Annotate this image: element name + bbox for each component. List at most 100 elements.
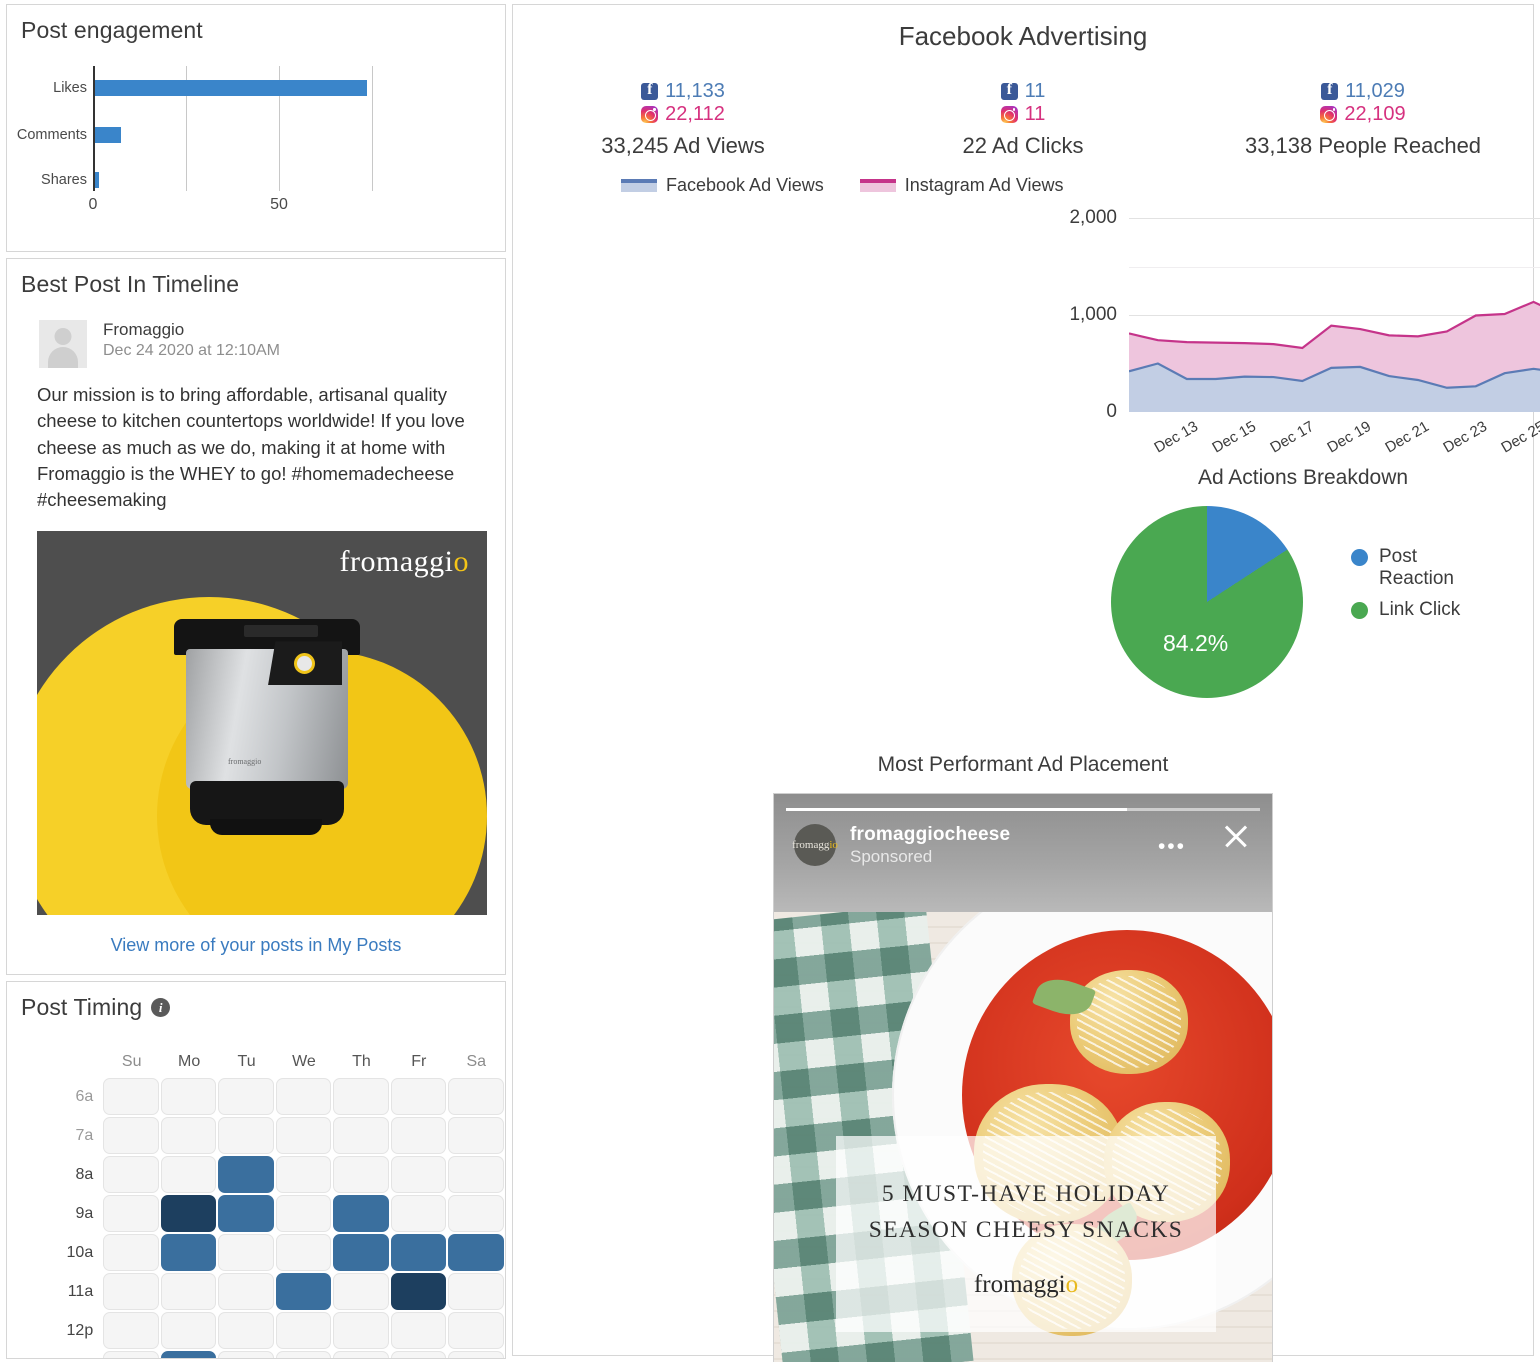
legend-item[interactable]: Instagram Ad Views (859, 175, 1064, 196)
ad-headline: 5 MUST-HAVE HOLIDAY SEASON CHEESY SNACKS (836, 1136, 1216, 1249)
heatmap-cell[interactable] (160, 1195, 217, 1232)
heatmap-cell[interactable] (218, 1078, 274, 1115)
heatmap-cell[interactable] (103, 1117, 159, 1154)
heatmap-cell[interactable] (390, 1234, 447, 1271)
heatmap-cell[interactable] (218, 1195, 274, 1232)
pie-percent-label: 84.2% (1163, 630, 1229, 656)
heatmap-day-fr: Fr (411, 1053, 427, 1070)
heatmap-cell[interactable] (275, 1117, 332, 1154)
heatmap-cell[interactable] (103, 1156, 159, 1193)
bar-row[interactable]: Comments (17, 121, 147, 149)
view-more-posts-link[interactable]: View more of your posts in My Posts (7, 915, 505, 956)
heatmap-cell[interactable] (333, 1312, 389, 1349)
post-author: Fromaggio (103, 320, 185, 339)
heatmap-cell[interactable] (333, 1117, 389, 1154)
legend-item[interactable]: Facebook Ad Views (621, 175, 824, 196)
heatmap-cell[interactable] (218, 1156, 274, 1193)
heatmap-cell[interactable] (333, 1156, 389, 1193)
heatmap-cell[interactable] (448, 1234, 504, 1271)
ad-actions-breakdown: Ad Actions Breakdown 84.2% Post Reaction L… (1073, 466, 1533, 698)
heatmap-day-headers: Su Mo Tu We Th Fr Sa (103, 1053, 505, 1077)
heatmap-cell[interactable] (275, 1312, 332, 1349)
heatmap-cell[interactable] (333, 1195, 389, 1232)
heatmap-cell[interactable] (333, 1351, 389, 1358)
heatmap-cell[interactable] (275, 1351, 332, 1358)
heatmap-cell[interactable] (218, 1312, 274, 1349)
kpi-instagram-row: 22,112 (513, 103, 853, 126)
heatmap-cell[interactable] (448, 1078, 504, 1115)
machine-screen (244, 625, 318, 638)
kpi-metric: 11,02922,109 33,138 People Reached (1193, 80, 1533, 159)
heatmap-cell[interactable] (103, 1273, 159, 1310)
heatmap-cell[interactable] (390, 1195, 447, 1232)
pie-legend-label: Link Click (1379, 598, 1461, 620)
story-progress-fill (786, 808, 1128, 811)
heatmap-cell[interactable] (218, 1234, 274, 1271)
x-axis-tick: Dec 13 (1151, 418, 1202, 457)
kpi-total-label: 33,245 Ad Views (601, 133, 765, 158)
heatmap-cell[interactable] (448, 1156, 504, 1193)
heatmap-cell[interactable] (390, 1117, 447, 1154)
arancini-ball (1070, 970, 1188, 1074)
heatmap-cell[interactable] (390, 1156, 447, 1193)
story-header: fromagg io fromaggiocheese Sponsored ••• (774, 794, 1272, 912)
heatmap-cell[interactable] (275, 1156, 332, 1193)
pie-legend-item[interactable]: Post Reaction (1351, 546, 1460, 591)
heatmap-cell[interactable] (448, 1195, 504, 1232)
heatmap-cell[interactable] (218, 1273, 274, 1310)
bar-row[interactable]: Shares (41, 166, 106, 194)
heatmap-cell[interactable] (448, 1351, 504, 1358)
heatmap-cell[interactable] (160, 1312, 217, 1349)
heatmap-cell[interactable] (160, 1078, 217, 1115)
instagram-icon (1320, 106, 1338, 123)
heatmap-cell[interactable] (160, 1351, 217, 1358)
account-name[interactable]: fromaggiocheese (850, 824, 1010, 846)
instagram-icon (641, 106, 659, 123)
kpi-facebook-row: 11,029 (1193, 80, 1533, 103)
heatmap-cell[interactable] (333, 1234, 389, 1271)
heatmap-cell[interactable] (275, 1273, 332, 1310)
mid-charts-row: Ad Actions Breakdown 84.2% Post Reaction L… (513, 466, 1533, 734)
heatmap-cell[interactable] (160, 1273, 217, 1310)
more-options-icon[interactable]: ••• (1158, 836, 1186, 857)
heatmap-cell[interactable] (103, 1078, 159, 1115)
heatmap-cell[interactable] (390, 1273, 447, 1310)
heatmap-cell[interactable] (103, 1195, 159, 1232)
heatmap-cell[interactable] (218, 1351, 274, 1358)
heatmap-cell[interactable] (275, 1078, 332, 1115)
avatar (39, 320, 87, 368)
heatmap-cell[interactable] (103, 1312, 159, 1349)
post-meta: Fromaggio Dec 24 2020 at 12:10AM (103, 320, 280, 361)
dashboard: Post engagement Likes Comments Shares 0 50 B… (0, 0, 1540, 1362)
post-body: Our mission is to bring affordable, arti… (37, 384, 465, 511)
heatmap-cell[interactable] (390, 1312, 447, 1349)
heatmap-day-su: Su (121, 1053, 142, 1070)
heatmap-cell[interactable] (160, 1117, 217, 1154)
ad-fromaggio-logo: fromaggio (973, 1270, 1079, 1298)
heatmap-hour-label: 10a (66, 1243, 94, 1261)
most-performant-ad-placement: Most Performant Ad Placement 5 MUST-HAVE… (513, 753, 1533, 1362)
heatmap-cell[interactable] (333, 1078, 389, 1115)
kpi-instagram-row: 22,109 (1193, 103, 1533, 126)
heatmap-cell[interactable] (160, 1234, 217, 1271)
pie-legend-item[interactable]: Link Click (1351, 599, 1460, 621)
heatmap-cell[interactable] (448, 1312, 504, 1349)
heatmap-cell[interactable] (275, 1195, 332, 1232)
heatmap-day-th: Th (352, 1053, 371, 1070)
heatmap-row: 7a (65, 1116, 505, 1155)
heatmap-cell[interactable] (218, 1117, 274, 1154)
x-axis-tick: Dec 19 (1324, 418, 1375, 457)
bar-row[interactable]: Likes (53, 74, 430, 102)
heatmap-cell[interactable] (103, 1234, 159, 1271)
close-icon[interactable] (1222, 822, 1250, 850)
heatmap-cell[interactable] (390, 1351, 447, 1358)
heatmap-row: 10a (65, 1233, 505, 1272)
heatmap-cell[interactable] (333, 1273, 389, 1310)
heatmap-cell[interactable] (448, 1117, 504, 1154)
info-icon[interactable]: i (151, 998, 171, 1017)
heatmap-cell[interactable] (275, 1234, 332, 1271)
heatmap-cell[interactable] (103, 1351, 159, 1358)
heatmap-cell[interactable] (390, 1078, 447, 1115)
heatmap-cell[interactable] (448, 1273, 504, 1310)
heatmap-cell[interactable] (160, 1156, 217, 1193)
